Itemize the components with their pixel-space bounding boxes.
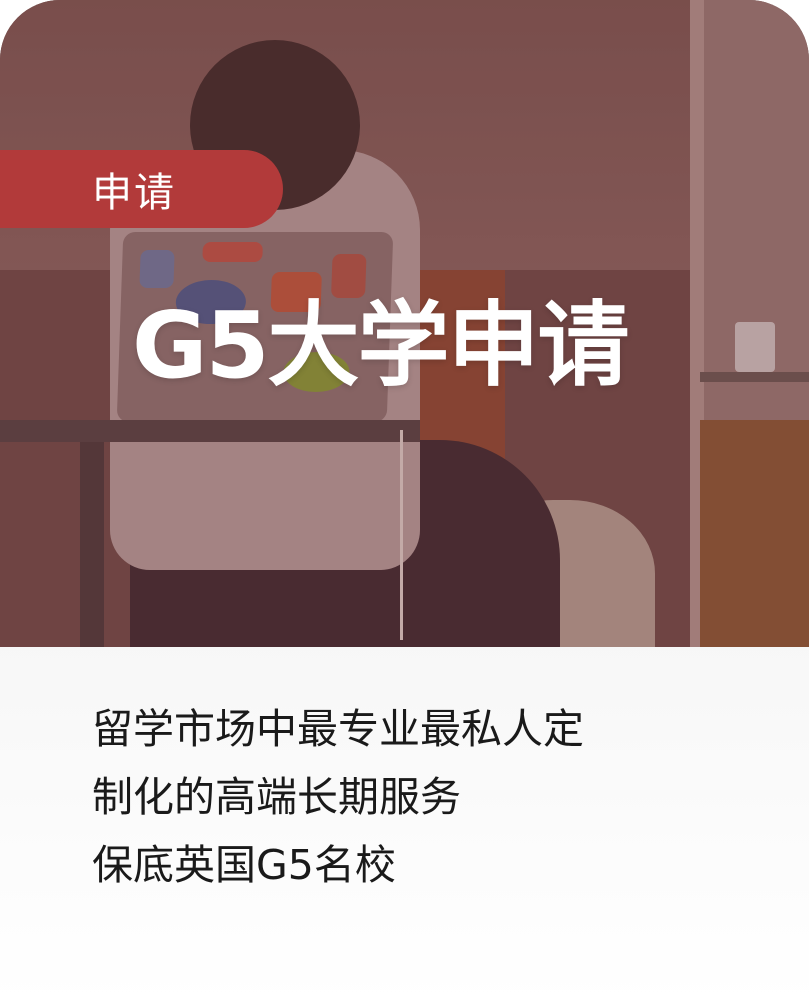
description-line: 留学市场中最专业最私人定 [92,705,584,753]
hero-title: G5大学申请 [132,292,630,399]
category-tag: 申请 [0,150,283,228]
description: 留学市场中最专业最私人定 制化的高端长期服务 保底英国G5名校 [92,695,732,899]
promo-card[interactable]: 申请 G5大学申请 留学市场中最专业最私人定 制化的高端长期服务 保底英国G5名… [0,0,809,1005]
description-line: 保底英国G5名校 [92,841,396,889]
description-line: 制化的高端长期服务 [92,773,461,821]
category-tag-label: 申请 [92,170,176,216]
